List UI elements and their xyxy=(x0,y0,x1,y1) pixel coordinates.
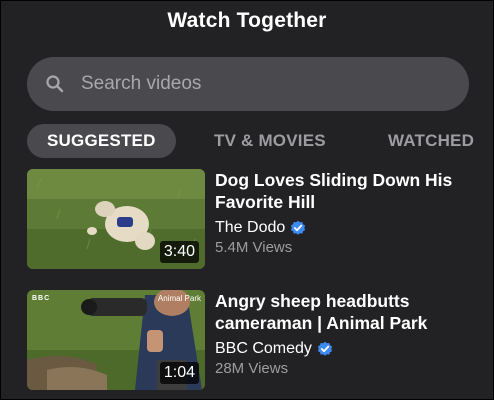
search-bar[interactable] xyxy=(27,57,469,111)
app-window: Watch Together SUGGESTED TV & MOVIES WAT… xyxy=(0,0,494,400)
video-title[interactable]: Angry sheep headbutts cameraman | Animal… xyxy=(215,290,485,334)
channel-name[interactable]: The Dodo xyxy=(215,219,285,237)
tab-bar: SUGGESTED TV & MOVIES WATCHED xyxy=(27,124,493,158)
video-item[interactable]: 3:40 Dog Loves Sliding Down His Favorite… xyxy=(27,169,487,269)
video-duration: 1:04 xyxy=(159,362,199,384)
verified-badge-icon xyxy=(291,220,306,235)
video-info: Dog Loves Sliding Down His Favorite Hill… xyxy=(215,169,485,256)
tab-suggested[interactable]: SUGGESTED xyxy=(27,124,176,158)
search-input[interactable] xyxy=(79,63,469,105)
view-count: 5.4M Views xyxy=(215,239,293,256)
search-icon xyxy=(46,75,64,93)
tab-watched[interactable]: WATCHED xyxy=(388,124,474,158)
bbc-logo: BBC xyxy=(32,295,51,302)
tab-tv-movies[interactable]: TV & MOVIES xyxy=(214,124,326,158)
video-info: Angry sheep headbutts cameraman | Animal… xyxy=(215,290,485,377)
page-title: Watch Together xyxy=(167,9,327,32)
video-thumbnail[interactable]: BBC Animal Park 1:04 xyxy=(27,290,205,390)
show-logo: Animal Park xyxy=(157,294,201,303)
video-channel: BBC Comedy xyxy=(215,340,485,358)
video-duration: 3:40 xyxy=(159,241,199,263)
video-item[interactable]: BBC Animal Park 1:04 Angry sheep headbut… xyxy=(27,290,487,390)
channel-name[interactable]: BBC Comedy xyxy=(215,340,312,358)
video-title[interactable]: Dog Loves Sliding Down His Favorite Hill xyxy=(215,169,485,213)
video-channel: The Dodo xyxy=(215,219,485,237)
view-count: 28M Views xyxy=(215,360,289,377)
verified-badge-icon xyxy=(317,341,333,356)
video-thumbnail[interactable]: 3:40 xyxy=(27,169,205,269)
